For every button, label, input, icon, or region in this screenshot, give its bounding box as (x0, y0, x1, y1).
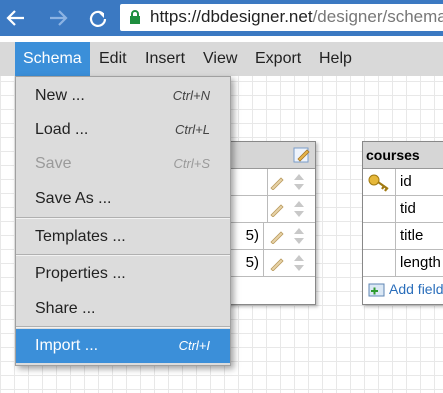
menu-item-share[interactable]: Share ... (16, 292, 230, 326)
pencil-icon[interactable] (269, 169, 285, 195)
move-arrows-icon[interactable] (293, 196, 305, 222)
menu-view[interactable]: View (195, 42, 245, 76)
pencil-icon[interactable] (269, 196, 285, 222)
add-field-label[interactable]: Add field (389, 277, 443, 302)
primary-key-icon (363, 169, 396, 195)
menu-item-label: Properties ... (35, 265, 126, 282)
menu-item-properties[interactable]: Properties ... (16, 257, 230, 291)
menu-export[interactable]: Export (247, 42, 309, 76)
table-row[interactable]: length (363, 250, 443, 277)
menu-item-label: Load ... (35, 121, 89, 138)
menu-item-templates[interactable]: Templates ... (16, 220, 230, 254)
move-arrows-icon[interactable] (293, 169, 305, 195)
url-host: https://dbdesigner.net (150, 7, 313, 26)
menu-help[interactable]: Help (311, 42, 360, 76)
arrow-right-icon (50, 10, 68, 26)
menu-item-load[interactable]: Load ... Ctrl+L (16, 113, 230, 147)
table-title[interactable]: courses (363, 142, 443, 169)
edit-table-icon[interactable] (293, 146, 311, 164)
lock-icon (130, 10, 140, 24)
pencil-icon[interactable] (269, 223, 285, 249)
key-slot (363, 223, 396, 249)
menu-item-import[interactable]: Import ... Ctrl+I (16, 329, 230, 363)
menu-item-shortcut: Ctrl+I (178, 338, 210, 353)
menu-insert[interactable]: Insert (137, 42, 193, 76)
table-courses[interactable]: courses id tid title length Add field (362, 141, 443, 305)
field-name: title (400, 227, 424, 244)
move-arrows-icon[interactable] (293, 250, 305, 276)
menu-item-label: Share ... (35, 300, 96, 317)
arrow-left-icon (6, 10, 24, 26)
add-field-icon (368, 283, 385, 297)
menu-item-shortcut: Ctrl+L (174, 122, 210, 137)
menu-schema[interactable]: Schema (15, 42, 90, 76)
menu-separator (16, 254, 230, 256)
table-row[interactable]: tid (363, 196, 443, 223)
url-path: /designer/schema (312, 7, 443, 26)
pencil-icon[interactable] (269, 250, 285, 276)
menu-item-label: New ... (35, 87, 85, 104)
field-name: tid (400, 200, 416, 217)
reload-button[interactable] (82, 0, 112, 36)
menu-separator (16, 217, 230, 219)
move-arrows-icon[interactable] (293, 223, 305, 249)
browser-toolbar: https://dbdesigner.net/designer/schema (0, 0, 443, 36)
key-slot (363, 196, 396, 222)
menu-item-save-as[interactable]: Save As ... (16, 182, 230, 216)
menu-item-shortcut: Ctrl+N (172, 88, 210, 103)
menu-edit[interactable]: Edit (91, 42, 135, 76)
menubar: Schema Edit Insert View Export Help (0, 42, 443, 76)
menu-item-label: Templates ... (35, 228, 126, 245)
menu-item-new[interactable]: New ... Ctrl+N (16, 79, 230, 113)
forward-button[interactable] (42, 0, 72, 36)
menu-separator (16, 326, 230, 328)
address-bar[interactable]: https://dbdesigner.net/designer/schema (120, 4, 443, 31)
url-text: https://dbdesigner.net/designer/schema (150, 7, 443, 27)
add-field-link[interactable]: Add field (363, 277, 443, 302)
menu-item-label: Save (35, 155, 72, 172)
field-name: id (400, 173, 412, 190)
table-row[interactable]: id (363, 169, 443, 196)
key-slot (363, 250, 396, 276)
field-name: length (400, 254, 441, 271)
reload-icon (89, 10, 107, 27)
menu-item-label: Save As ... (35, 190, 112, 207)
back-button[interactable] (0, 0, 30, 36)
schema-menu-dropdown: New ... Ctrl+N Load ... Ctrl+L Save Ctrl… (15, 76, 231, 366)
menu-item-save: Save Ctrl+S (16, 147, 230, 181)
table-row[interactable]: title (363, 223, 443, 250)
menu-item-label: Import ... (35, 337, 99, 354)
menu-item-shortcut: Ctrl+S (173, 156, 210, 171)
